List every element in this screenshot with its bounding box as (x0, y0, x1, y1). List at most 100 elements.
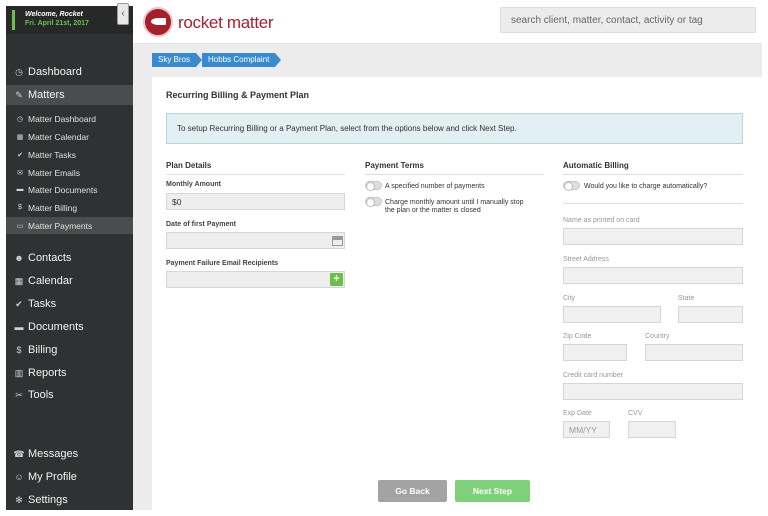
go-back-button[interactable]: Go Back (378, 480, 447, 502)
collapse-sidebar-button[interactable]: ‹ (117, 3, 129, 25)
sidebar-item-documents[interactable]: ▬ Documents (6, 317, 133, 337)
add-recipient-icon[interactable]: + (330, 273, 343, 286)
rocket-logo-icon[interactable] (143, 7, 173, 37)
manual-stop-label-line2: the plan or the matter is closed (385, 207, 481, 214)
sidebar-item-tasks[interactable]: ✔ Tasks (6, 294, 133, 314)
sidebar-item-reports[interactable]: ▥ Reports (6, 363, 133, 383)
gear-icon: ✻ (15, 494, 23, 505)
first-payment-label: Date of first Payment (166, 221, 237, 228)
sidebar-item-billing[interactable]: $ Billing (6, 340, 133, 360)
dollar-icon: $ (16, 345, 22, 355)
phone-icon: ☎ (13, 448, 25, 459)
monthly-amount-label: Monthly Amount (166, 181, 221, 188)
check-icon: ✔ (15, 298, 23, 309)
sidebar-item-label: Dashboard (28, 66, 82, 78)
automatic-billing-rule (563, 203, 743, 204)
sidebar-subitem-matter-documents[interactable]: ▬ Matter Documents (6, 181, 133, 198)
sidebar-item-matters[interactable]: ✎ Matters (6, 85, 133, 105)
sidebar-item-calendar[interactable]: ▦ Calendar (6, 271, 133, 291)
welcome-name: Welcome, Rocket (25, 11, 83, 18)
sidebar-item-label: Billing (28, 344, 58, 356)
card-name-label: Name as printed on card (563, 217, 640, 224)
sidebar-item-label: Tasks (28, 298, 57, 310)
sidebar-item-messages[interactable]: ☎ Messages (6, 444, 133, 464)
calendar-icon: ▦ (16, 133, 24, 141)
charge-automatically-toggle[interactable] (563, 181, 580, 191)
sidebar-item-label: Matters (28, 89, 65, 101)
sidebar-item-label: Matter Calendar (28, 131, 89, 142)
automatic-billing-title: Automatic Billing (563, 161, 629, 170)
dashboard-icon: ◷ (16, 115, 24, 123)
zip-label: Zip Code (563, 333, 592, 340)
sidebar-subitem-matter-calendar[interactable]: ▦ Matter Calendar (6, 128, 133, 145)
sidebar-item-contacts[interactable]: ☻ Contacts (6, 248, 133, 268)
sidebar-item-my-profile[interactable]: ☺ My Profile (6, 467, 133, 487)
main-content: Sky Bros Hobbs Complaint Recurring Billi… (133, 44, 762, 510)
users-icon: ☻ (14, 253, 24, 263)
exp-date-input[interactable]: MM/YY (563, 421, 610, 438)
sidebar-subitem-matter-emails[interactable]: ✉ Matter Emails (6, 164, 133, 181)
recipients-input[interactable] (166, 271, 345, 288)
credit-card-icon: ▭ (16, 222, 24, 230)
sidebar-item-label: Matter Tasks (28, 149, 77, 160)
sidebar-item-label: Settings (28, 494, 68, 506)
calendar-icon[interactable] (332, 236, 343, 246)
plan-details-divider (166, 174, 345, 175)
sidebar-item-label: Matter Documents (28, 184, 98, 195)
bar-chart-icon: ▥ (14, 367, 24, 378)
cvv-input[interactable] (628, 421, 676, 438)
logo-text[interactable]: rocket matter (178, 13, 274, 33)
card-name-input[interactable] (563, 228, 743, 245)
sidebar-item-label: My Profile (28, 471, 77, 483)
first-payment-date-input[interactable] (166, 232, 345, 249)
monthly-amount-input[interactable]: $0 (166, 193, 345, 210)
gavel-icon: ✎ (15, 89, 23, 100)
specified-payments-label: A specified number of payments (385, 183, 485, 190)
calendar-icon: ▦ (14, 275, 24, 286)
exp-date-label: Exp Date (563, 410, 592, 417)
street-input[interactable] (563, 267, 743, 284)
country-label: Country (645, 333, 670, 340)
zip-input[interactable] (563, 344, 627, 361)
plan-details-title: Plan Details (166, 161, 212, 170)
payment-terms-divider (365, 174, 544, 175)
sidebar-subitem-matter-dashboard[interactable]: ◷ Matter Dashboard (6, 110, 133, 127)
user-icon: ☺ (14, 472, 24, 482)
page-title: Recurring Billing & Payment Plan (166, 90, 310, 100)
city-input[interactable] (563, 306, 661, 323)
breadcrumb: Sky Bros Hobbs Complaint (152, 53, 282, 67)
manual-stop-toggle[interactable] (365, 197, 382, 207)
welcome-banner: Welcome, Rocket Fri. April 21st, 2017 (6, 6, 133, 34)
state-input[interactable] (678, 306, 743, 323)
next-step-button[interactable]: Next Step (455, 480, 530, 502)
folder-icon: ▬ (16, 186, 24, 193)
welcome-accent-bar (12, 10, 15, 30)
sidebar-item-label: Calendar (28, 275, 73, 287)
breadcrumb-client[interactable]: Sky Bros (152, 53, 203, 67)
card-number-label: Credit card number (563, 372, 623, 379)
sidebar-item-dashboard[interactable]: ◷ Dashboard (6, 62, 133, 82)
sidebar-item-tools[interactable]: ✂ Tools (6, 385, 133, 405)
dollar-icon: $ (18, 204, 22, 211)
sidebar-item-label: Contacts (28, 252, 72, 264)
sidebar-subitem-matter-payments[interactable]: ▭ Matter Payments (6, 217, 133, 234)
sidebar-item-label: Messages (28, 448, 79, 460)
sidebar-item-label: Matter Billing (28, 202, 78, 213)
sidebar-item-label: Tools (28, 389, 54, 401)
breadcrumb-matter[interactable]: Hobbs Complaint (202, 53, 282, 67)
sidebar-subitem-matter-billing[interactable]: $ Matter Billing (6, 199, 133, 216)
wrench-icon: ✂ (15, 389, 23, 400)
dashboard-icon: ◷ (15, 66, 23, 77)
recipients-label: Payment Failure Email Recipients (166, 260, 279, 267)
sidebar-subitem-matter-tasks[interactable]: ✔ Matter Tasks (6, 146, 133, 163)
rocket-shape (151, 18, 166, 25)
specified-payments-toggle[interactable] (365, 181, 382, 191)
search-input[interactable]: search client, matter, contact, activity… (500, 7, 756, 33)
automatic-billing-divider (563, 174, 743, 175)
envelope-icon: ✉ (17, 169, 23, 177)
sidebar-item-label: Matter Emails (28, 167, 80, 178)
city-label: City (563, 295, 576, 302)
card-number-input[interactable] (563, 383, 743, 400)
country-select[interactable] (645, 344, 743, 361)
sidebar-item-settings[interactable]: ✻ Settings (6, 490, 133, 510)
